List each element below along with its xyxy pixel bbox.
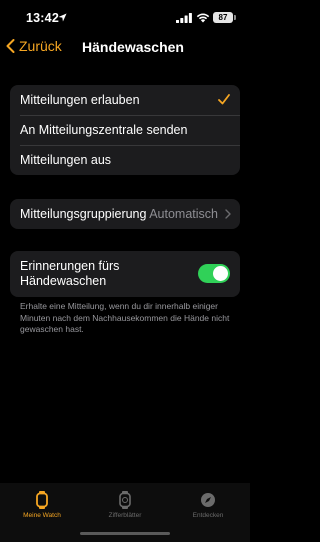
page-title: Händewaschen (82, 39, 184, 55)
tab-label: Meine Watch (23, 512, 61, 519)
option-send-to-notification-center[interactable]: An Mitteilungszentrale senden (10, 115, 240, 145)
option-label: An Mitteilungszentrale senden (20, 123, 188, 137)
wifi-icon (196, 13, 210, 23)
status-time: 13:42 (26, 11, 59, 25)
option-label: Mitteilungen aus (20, 153, 112, 167)
tab-discover[interactable]: Entdecken (178, 491, 238, 519)
navigation-bar: Zurück Händewaschen (0, 36, 250, 60)
grouping-card: Mitteilungsgruppierung Automatisch (10, 199, 240, 229)
grouping-value: Automatisch (149, 207, 218, 221)
compass-icon (201, 493, 215, 507)
reminder-toggle[interactable] (198, 264, 230, 283)
location-arrow-icon (58, 13, 67, 22)
reminder-label: Erinnerungen fürs Händewaschen (20, 259, 120, 288)
toggle-knob (213, 266, 228, 281)
tab-label: Zifferblätter (108, 512, 142, 519)
notification-options-card: Mitteilungen erlauben An Mitteilungszent… (10, 85, 240, 175)
watch-face-icon (119, 491, 131, 509)
cellular-signal-icon (176, 13, 192, 23)
grouping-row[interactable]: Mitteilungsgruppierung Automatisch (10, 199, 240, 229)
battery-icon: 87 (213, 12, 233, 23)
option-notifications-off[interactable]: Mitteilungen aus (10, 145, 240, 175)
status-bar: 13:42 87 (0, 0, 250, 36)
reminder-card: Erinnerungen fürs Händewaschen (10, 251, 240, 297)
option-allow-notifications[interactable]: Mitteilungen erlauben (10, 85, 240, 115)
checkmark-icon (218, 94, 230, 105)
tab-watch-faces[interactable]: Zifferblätter (95, 491, 155, 519)
home-indicator (80, 532, 170, 535)
tab-my-watch[interactable]: Meine Watch (12, 491, 72, 519)
grouping-label: Mitteilungsgruppierung (20, 207, 147, 221)
watch-icon (36, 491, 48, 509)
chevron-right-icon (225, 209, 231, 219)
reminder-row: Erinnerungen fürs Händewaschen (10, 251, 240, 297)
option-label: Mitteilungen erlauben (20, 93, 140, 107)
reminder-footnote: Erhalte eine Mitteilung, wenn du dir inn… (20, 301, 230, 334)
tab-label: Entdecken (192, 512, 224, 519)
battery-cap (234, 15, 236, 20)
